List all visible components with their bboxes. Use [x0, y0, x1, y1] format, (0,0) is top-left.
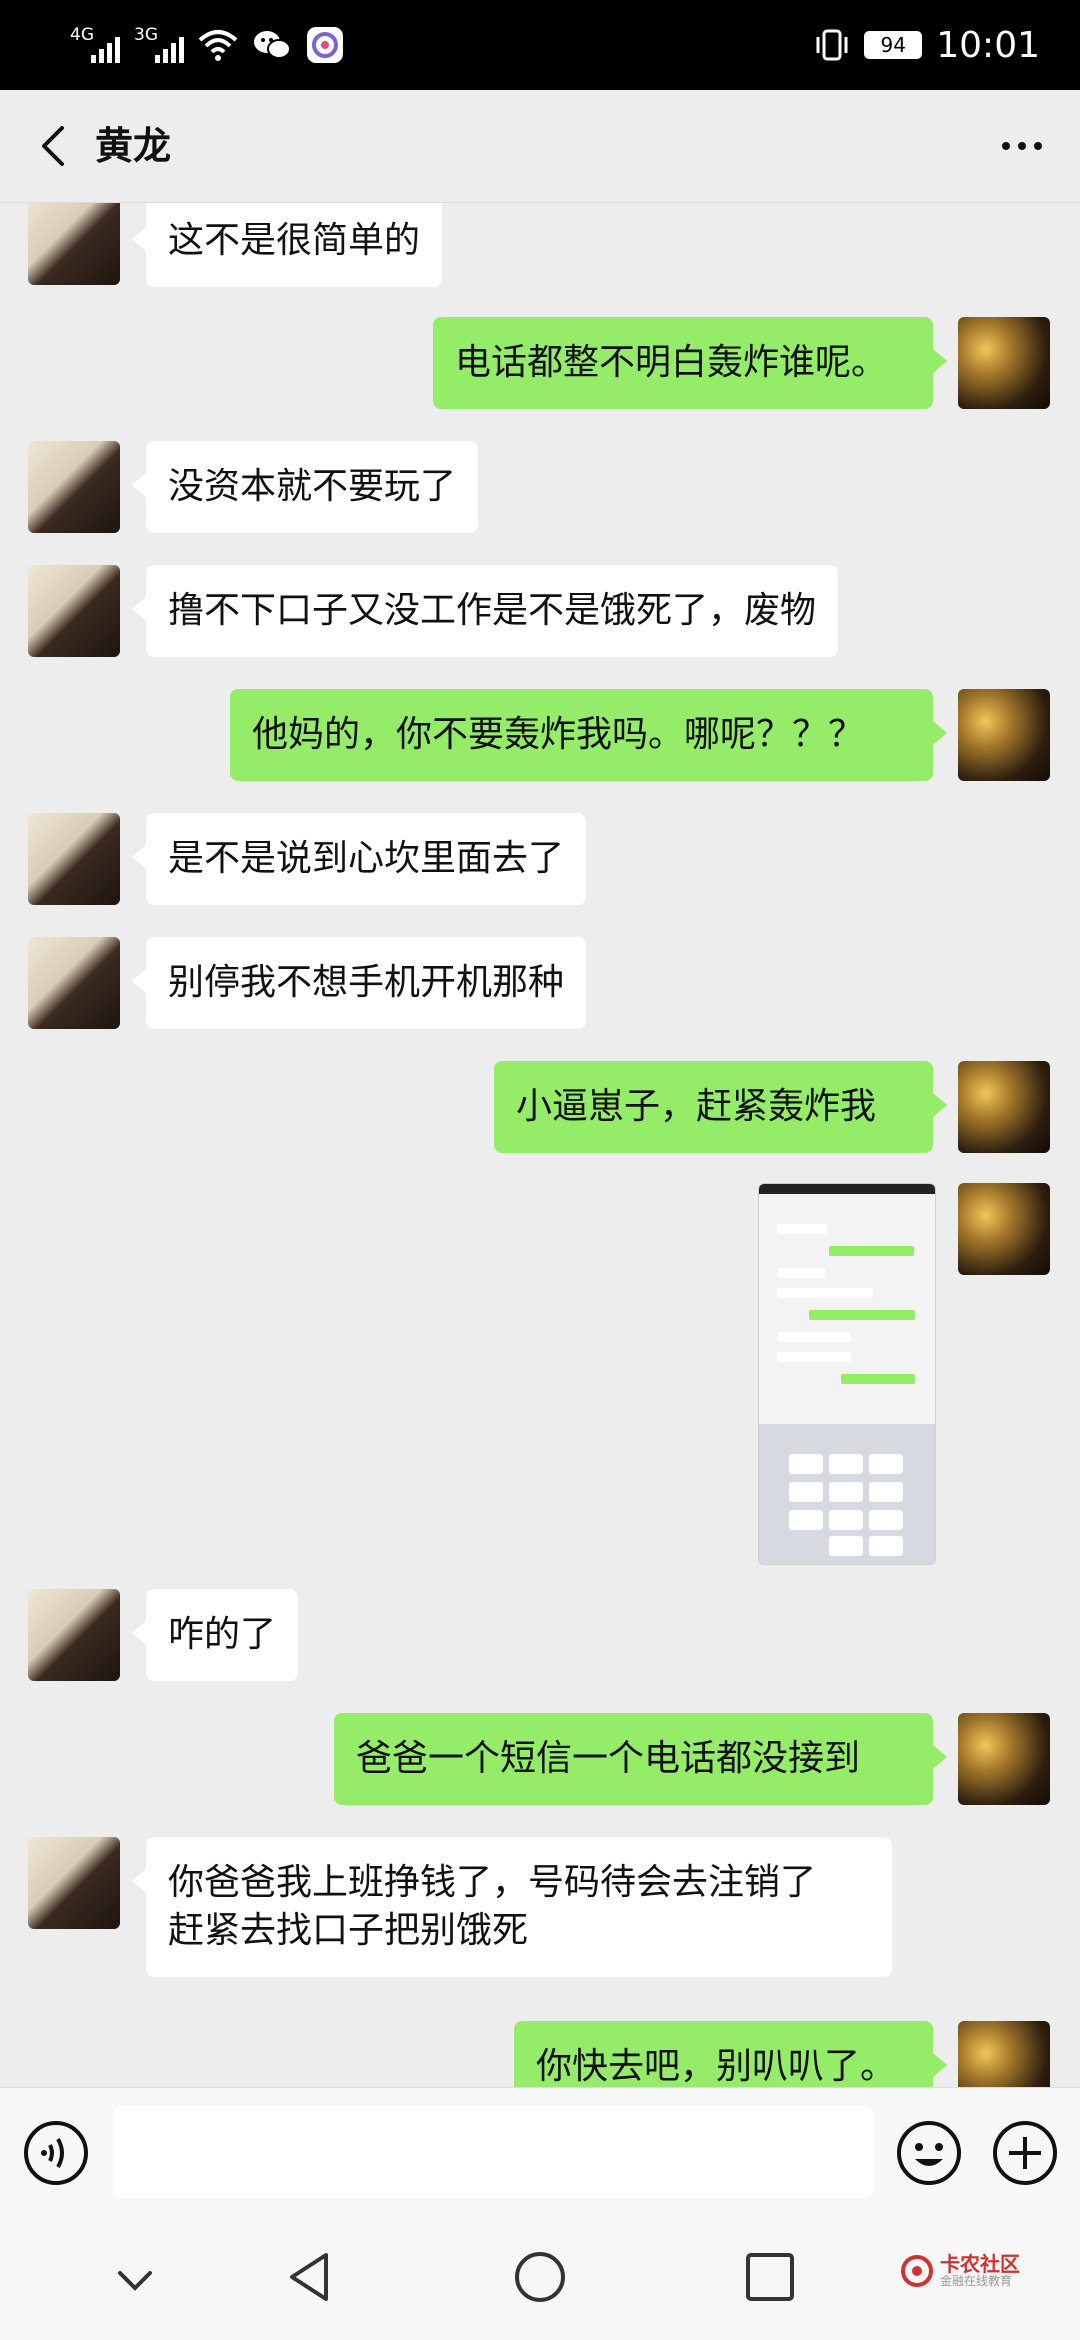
message-input-bar	[0, 2087, 1080, 2218]
contact-avatar[interactable]	[28, 1589, 120, 1681]
my-avatar[interactable]	[958, 1061, 1050, 1153]
add-attachment-icon[interactable]	[991, 2119, 1059, 2187]
wechat-icon	[254, 31, 291, 59]
vibrate-icon	[816, 29, 848, 61]
chat-header: 黄龙	[0, 90, 1080, 203]
signal-4g: 4G	[70, 25, 120, 65]
status-left: 4G 3G	[70, 22, 344, 68]
contact-avatar[interactable]	[28, 813, 120, 905]
message-list[interactable]: 这不是很简单的 电话都整不明白轰炸谁呢。 没资本就不要玩了 撸不下口子又没工作是…	[0, 203, 1080, 2087]
message-bubble-incoming[interactable]: 你爸爸我上班挣钱了，号码待会去注销了 赶紧去找口子把别饿死	[132, 1837, 892, 1977]
voice-input-icon[interactable]	[22, 2119, 90, 2187]
signal-bars-icon	[91, 37, 120, 63]
nav-home-icon[interactable]	[512, 2249, 568, 2305]
my-avatar[interactable]	[958, 689, 1050, 781]
watermark-title: 卡农社区	[940, 2252, 1020, 2276]
message-bubble-incoming[interactable]: 这不是很简单的	[131, 203, 443, 287]
app-notification-icon	[307, 27, 343, 63]
image-message-screenshot[interactable]	[758, 1183, 936, 1565]
watermark: 卡农社区 金融在线教育	[900, 2253, 1020, 2288]
message-line: 赶紧去找口子把别饿死	[168, 1910, 529, 1951]
status-right: 94 10:01	[814, 20, 1040, 70]
message-bubble-incoming[interactable]: 是不是说到心坎里面去了	[131, 813, 587, 905]
message-bubble-outgoing[interactable]: 他妈的，你不要轰炸我吗。哪呢？？？	[230, 689, 947, 781]
wifi-icon	[198, 30, 238, 61]
message-bubble-incoming[interactable]: 撸不下口子又没工作是不是饿死了，废物	[131, 565, 839, 657]
emoji-icon[interactable]	[895, 2119, 963, 2187]
back-arrow-icon[interactable]	[28, 118, 84, 174]
chat-title: 黄龙	[95, 124, 172, 168]
watermark-subtitle: 金融在线教育	[940, 2274, 1013, 2288]
message-bubble-incoming[interactable]: 咋的了	[131, 1589, 299, 1681]
message-line: 你爸爸我上班挣钱了，号码待会去注销了	[168, 1862, 817, 1903]
signal-3g: 3G	[134, 25, 184, 65]
my-avatar[interactable]	[958, 1713, 1050, 1805]
message-input[interactable]	[113, 2106, 873, 2198]
nav-recents-icon[interactable]	[742, 2249, 798, 2305]
message-bubble-outgoing[interactable]: 你快去吧，别叭叭了。	[514, 2021, 947, 2087]
collapse-chevron-icon[interactable]	[110, 2255, 160, 2305]
message-bubble-incoming[interactable]: 别停我不想手机开机那种	[131, 937, 587, 1029]
signal-bars-icon	[155, 37, 184, 63]
status-bar: 4G 3G 94 10:01	[0, 0, 1080, 90]
message-bubble-incoming[interactable]: 没资本就不要玩了	[131, 441, 479, 533]
message-bubble-outgoing[interactable]: 电话都整不明白轰炸谁呢。	[433, 317, 947, 409]
clock: 10:01	[936, 24, 1040, 66]
contact-avatar[interactable]	[28, 203, 120, 285]
contact-avatar[interactable]	[28, 565, 120, 657]
message-bubble-outgoing[interactable]: 爸爸一个短信一个电话都没接到	[334, 1713, 947, 1805]
contact-avatar[interactable]	[28, 1837, 120, 1929]
my-avatar[interactable]	[958, 1183, 1050, 1275]
nav-back-icon[interactable]	[282, 2249, 338, 2305]
watermark-logo-icon	[901, 2254, 933, 2287]
my-avatar[interactable]	[958, 317, 1050, 409]
contact-avatar[interactable]	[28, 441, 120, 533]
battery-indicator: 94	[864, 31, 923, 59]
message-bubble-outgoing[interactable]: 小逼崽子，赶紧轰炸我	[494, 1061, 947, 1153]
contact-avatar[interactable]	[28, 937, 120, 1029]
my-avatar[interactable]	[958, 2021, 1050, 2087]
more-options-icon[interactable]	[994, 118, 1050, 174]
